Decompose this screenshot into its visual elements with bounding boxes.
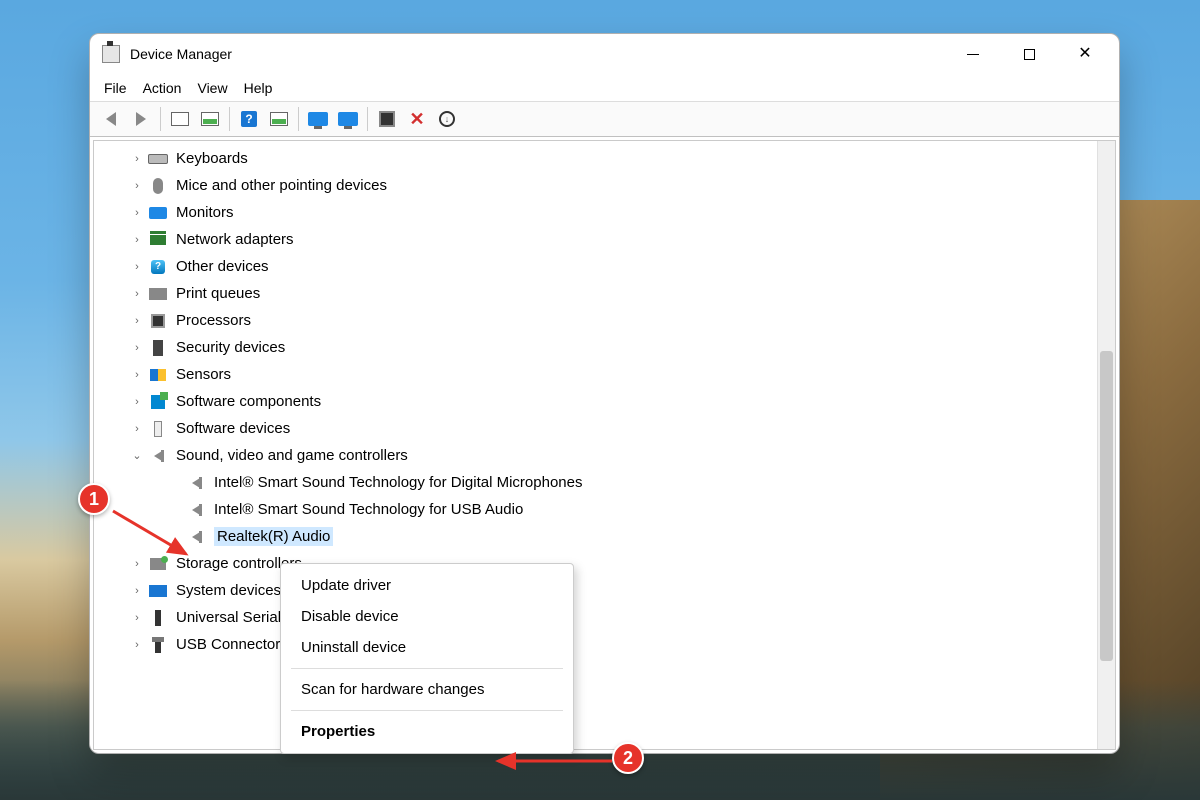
uninstall-button[interactable]: ✕ — [404, 106, 430, 132]
device-intel-mic[interactable]: Intel® Smart Sound Technology for Digita… — [94, 469, 1097, 496]
category-sensors[interactable]: ›Sensors — [94, 361, 1097, 388]
device-manager-window: Device Manager ✕ File Action View Help ?… — [89, 33, 1120, 754]
refresh-button[interactable] — [197, 106, 223, 132]
category-usb[interactable]: ›Universal Serial Bus — [94, 604, 1097, 631]
titlebar[interactable]: Device Manager ✕ — [90, 34, 1119, 74]
maximize-button[interactable] — [1001, 34, 1057, 74]
device-realtek-audio[interactable]: Realtek(R) Audio — [94, 523, 1097, 550]
category-keyboards[interactable]: ›Keyboards — [94, 145, 1097, 172]
menu-help[interactable]: Help — [244, 80, 273, 96]
context-menu: Update driver Disable device Uninstall d… — [280, 563, 574, 754]
properties-button[interactable] — [266, 106, 292, 132]
device-tree[interactable]: ›Keyboards ›Mice and other pointing devi… — [94, 141, 1097, 749]
menu-properties[interactable]: Properties — [281, 716, 573, 747]
menubar: File Action View Help — [90, 74, 1119, 101]
menu-disable-device[interactable]: Disable device — [281, 601, 573, 632]
help-button[interactable]: ? — [236, 106, 262, 132]
app-icon — [102, 45, 120, 63]
category-storage[interactable]: ›Storage controllers — [94, 550, 1097, 577]
separator — [229, 107, 230, 131]
category-security[interactable]: ›Security devices — [94, 334, 1097, 361]
separator — [367, 107, 368, 131]
category-network[interactable]: ›Network adapters — [94, 226, 1097, 253]
chevron-down-icon: ⌄ — [130, 449, 144, 462]
category-software-devices[interactable]: ›Software devices — [94, 415, 1097, 442]
menu-separator — [291, 668, 563, 669]
scrollbar-thumb[interactable] — [1100, 351, 1113, 661]
enable-button[interactable] — [374, 106, 400, 132]
forward-button[interactable] — [128, 106, 154, 132]
minimize-button[interactable] — [945, 34, 1001, 74]
separator — [298, 107, 299, 131]
update-driver-button[interactable] — [305, 106, 331, 132]
category-other[interactable]: ›Other devices — [94, 253, 1097, 280]
separator — [160, 107, 161, 131]
window-title: Device Manager — [130, 46, 232, 62]
menu-scan-hardware[interactable]: Scan for hardware changes — [281, 674, 573, 705]
menu-separator — [291, 710, 563, 711]
menu-uninstall-device[interactable]: Uninstall device — [281, 632, 573, 663]
category-monitors[interactable]: ›Monitors — [94, 199, 1097, 226]
toolbar: ? ✕ ↓ — [90, 101, 1119, 137]
scan-hardware-button[interactable] — [335, 106, 361, 132]
category-mice[interactable]: ›Mice and other pointing devices — [94, 172, 1097, 199]
category-software-components[interactable]: ›Software components — [94, 388, 1097, 415]
menu-file[interactable]: File — [104, 80, 127, 96]
device-intel-usb[interactable]: Intel® Smart Sound Technology for USB Au… — [94, 496, 1097, 523]
category-processors[interactable]: ›Processors — [94, 307, 1097, 334]
category-print[interactable]: ›Print queues — [94, 280, 1097, 307]
category-usb-connector[interactable]: ›USB Connector Man — [94, 631, 1097, 658]
show-hidden-button[interactable] — [167, 106, 193, 132]
menu-action[interactable]: Action — [143, 80, 182, 96]
menu-update-driver[interactable]: Update driver — [281, 570, 573, 601]
menu-view[interactable]: View — [197, 80, 227, 96]
back-button[interactable] — [98, 106, 124, 132]
category-sound[interactable]: ⌄Sound, video and game controllers — [94, 442, 1097, 469]
vertical-scrollbar[interactable] — [1097, 141, 1115, 749]
disable-button[interactable]: ↓ — [434, 106, 460, 132]
category-system[interactable]: ›System devices — [94, 577, 1097, 604]
close-button[interactable]: ✕ — [1057, 34, 1113, 74]
